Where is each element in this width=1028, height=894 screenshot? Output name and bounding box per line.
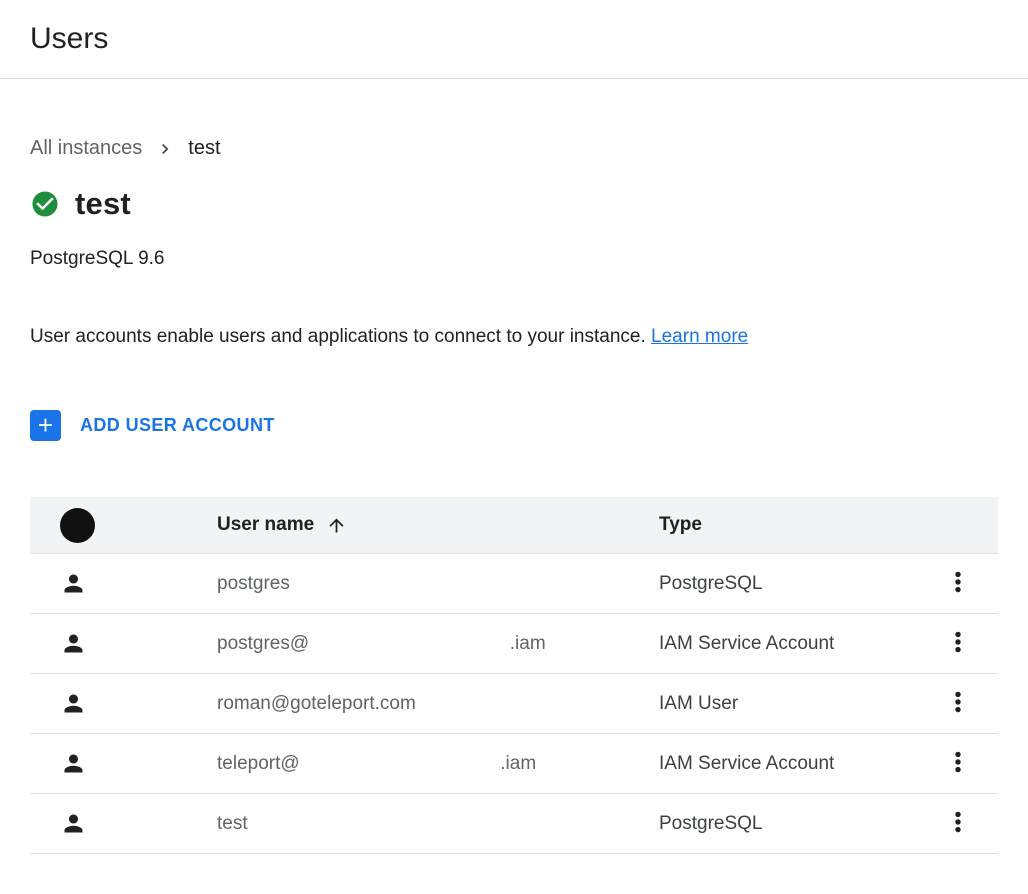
table-row: teleport@ .iam IAM Service Account <box>30 733 998 793</box>
header-avatar-cell <box>30 508 217 543</box>
user-type-cell: PostgreSQL <box>659 813 918 835</box>
user-type-cell: IAM Service Account <box>659 753 918 775</box>
check-circle-icon <box>30 189 60 219</box>
table-row: postgres PostgreSQL <box>30 553 998 613</box>
person-icon <box>60 630 87 657</box>
users-table: User name Type postgres PostgreSQL <box>30 497 998 854</box>
kebab-menu-icon <box>945 568 971 599</box>
app-header: Users <box>0 0 1028 79</box>
breadcrumb-all-instances-link[interactable]: All instances <box>30 137 142 160</box>
instance-version: PostgreSQL 9.6 <box>30 248 1028 270</box>
person-icon <box>60 570 87 597</box>
learn-more-link[interactable]: Learn more <box>651 326 748 347</box>
breadcrumb: All instances test <box>30 137 1028 160</box>
row-menu-button[interactable] <box>938 624 978 664</box>
person-icon <box>60 690 87 717</box>
table-row: test PostgreSQL <box>30 793 998 853</box>
kebab-menu-icon <box>945 628 971 659</box>
user-type-cell: IAM User <box>659 693 918 715</box>
arrow-up-icon <box>326 515 347 536</box>
column-header-type: Type <box>659 514 918 536</box>
user-name-cell: roman@goteleport.com <box>217 693 659 715</box>
user-name-cell: test <box>217 813 659 835</box>
plus-icon: + <box>30 410 61 441</box>
row-menu-button[interactable] <box>938 564 978 604</box>
user-type-cell: IAM Service Account <box>659 633 918 655</box>
person-icon <box>60 810 87 837</box>
column-header-user-name[interactable]: User name <box>217 514 659 536</box>
row-menu-cell <box>918 744 998 784</box>
row-avatar-cell <box>30 750 217 777</box>
type-header-label: Type <box>659 514 702 536</box>
user-name-header-label: User name <box>217 514 314 536</box>
row-menu-cell <box>918 624 998 664</box>
main-content: All instances test test PostgreSQL 9.6 U… <box>0 137 1028 854</box>
kebab-menu-icon <box>945 688 971 719</box>
user-name-cell: postgres@ .iam <box>217 633 659 655</box>
person-icon <box>60 750 87 777</box>
instance-name: test <box>75 186 131 222</box>
row-avatar-cell <box>30 690 217 717</box>
page-title: Users <box>30 22 108 56</box>
row-menu-cell <box>918 564 998 604</box>
row-menu-button[interactable] <box>938 744 978 784</box>
user-name-cell: teleport@ .iam <box>217 753 659 775</box>
row-menu-cell <box>918 804 998 844</box>
add-user-account-button[interactable]: + ADD USER ACCOUNT <box>30 410 275 441</box>
table-row: roman@goteleport.com IAM User <box>30 673 998 733</box>
add-user-account-label: ADD USER ACCOUNT <box>80 415 275 436</box>
user-name-cell: postgres <box>217 573 659 595</box>
intro-paragraph: User accounts enable users and applicati… <box>30 326 1028 348</box>
kebab-menu-icon <box>945 808 971 839</box>
row-menu-cell <box>918 684 998 724</box>
instance-title-row: test <box>30 186 1028 222</box>
row-avatar-cell <box>30 570 217 597</box>
intro-text: User accounts enable users and applicati… <box>30 326 646 347</box>
row-menu-button[interactable] <box>938 804 978 844</box>
table-row: postgres@ .iam IAM Service Account <box>30 613 998 673</box>
row-avatar-cell <box>30 630 217 657</box>
user-type-cell: PostgreSQL <box>659 573 918 595</box>
row-menu-button[interactable] <box>938 684 978 724</box>
kebab-menu-icon <box>945 748 971 779</box>
filled-circle-icon <box>60 508 95 543</box>
row-avatar-cell <box>30 810 217 837</box>
breadcrumb-current: test <box>188 137 220 160</box>
chevron-right-icon <box>155 139 175 159</box>
table-header-row: User name Type <box>30 497 998 553</box>
